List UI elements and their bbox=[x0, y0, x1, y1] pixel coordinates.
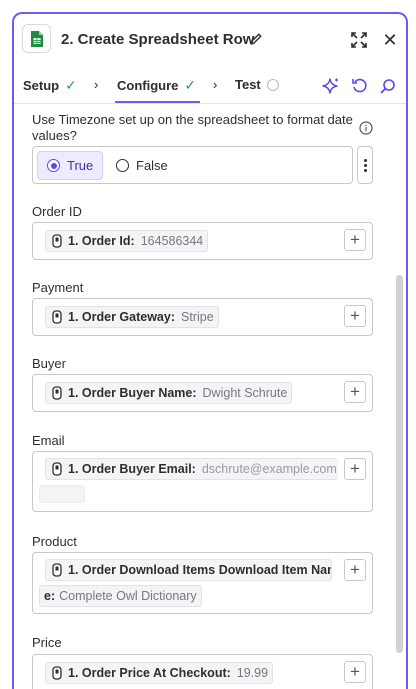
close-icon[interactable]: ✕ bbox=[380, 30, 400, 50]
mapped-value-pill[interactable]: 1. Order Id: 164586344 bbox=[45, 230, 209, 252]
radio-selected-icon bbox=[47, 159, 60, 172]
google-sheets-icon bbox=[22, 24, 51, 53]
field-label: Price bbox=[32, 635, 62, 650]
pending-status-icon bbox=[266, 78, 279, 91]
pill-key: 1. Order Download Items Download Item Na… bbox=[68, 563, 332, 577]
pill-key: e: bbox=[44, 589, 56, 603]
mapped-value-pill[interactable]: 1. Order Gateway: Stripe bbox=[45, 306, 219, 328]
add-data-button[interactable]: + bbox=[344, 661, 366, 683]
mapped-value-pill[interactable]: 1. Order Buyer Email: dschrute@example.c… bbox=[45, 458, 338, 480]
info-icon[interactable] bbox=[359, 121, 373, 135]
pill-key: 1. Order Buyer Email: bbox=[68, 462, 196, 476]
timezone-question-label: Use Timezone set up on the spreadsheet t… bbox=[32, 112, 353, 143]
radio-label: False bbox=[136, 158, 168, 173]
pill-value: 19.99 bbox=[236, 666, 269, 680]
tab-label: Setup bbox=[23, 78, 60, 93]
pill-value: Complete Owl Dictionary bbox=[59, 589, 197, 603]
timezone-radio-group: True False bbox=[32, 146, 353, 184]
step-header: 2. Create Spreadsheet Row ✕ bbox=[14, 14, 406, 68]
step-data-icon bbox=[52, 386, 62, 400]
pill-value: 164586344 bbox=[140, 234, 204, 248]
order-id-field[interactable]: 1. Order Id: 164586344 + bbox=[32, 222, 373, 260]
mapped-value-pill[interactable]: 1. Order Buyer Name: Dwight Schrute bbox=[45, 382, 293, 404]
add-data-button[interactable]: + bbox=[344, 305, 366, 327]
pill-value: Dwight Schrute bbox=[202, 386, 288, 400]
active-tab-indicator bbox=[115, 101, 200, 103]
search-icon[interactable] bbox=[379, 77, 397, 95]
tab-label: Configure bbox=[117, 78, 179, 93]
check-icon: ✓ bbox=[65, 77, 77, 93]
price-field[interactable]: 1. Order Price At Checkout: 19.99 + bbox=[32, 654, 373, 689]
add-data-button[interactable]: + bbox=[344, 381, 366, 403]
buyer-field[interactable]: 1. Order Buyer Name: Dwight Schrute + bbox=[32, 374, 373, 412]
step-editor-panel: 2. Create Spreadsheet Row ✕ Setup ✓ › Co… bbox=[12, 12, 408, 689]
add-data-button[interactable]: + bbox=[344, 559, 366, 581]
field-label: Product bbox=[32, 534, 77, 549]
ai-sparkle-icon[interactable] bbox=[322, 77, 340, 95]
tab-test[interactable]: Test bbox=[235, 77, 279, 92]
field-label: Order ID bbox=[32, 204, 82, 219]
chevron-right-icon: › bbox=[213, 77, 218, 92]
step-data-icon bbox=[52, 462, 62, 476]
step-tabs: Setup ✓ › Configure ✓ › Test bbox=[14, 68, 406, 104]
radio-label: True bbox=[67, 158, 94, 173]
chevron-right-icon: › bbox=[94, 77, 99, 92]
scrollbar[interactable] bbox=[396, 275, 403, 653]
mapped-value-pill[interactable]: 1. Order Price At Checkout: 19.99 bbox=[45, 662, 274, 684]
refresh-icon[interactable] bbox=[351, 77, 369, 95]
expand-icon[interactable] bbox=[350, 31, 368, 49]
pill-key: 1. Order Price At Checkout: bbox=[68, 666, 231, 680]
add-data-button[interactable]: + bbox=[344, 458, 366, 480]
mapped-value-pill-continued[interactable]: e: Complete Owl Dictionary bbox=[39, 585, 202, 607]
tab-configure[interactable]: Configure ✓ bbox=[117, 77, 196, 94]
product-field[interactable]: 1. Order Download Items Download Item Na… bbox=[32, 552, 373, 614]
pill-value: Stripe bbox=[181, 310, 214, 324]
step-data-icon bbox=[52, 234, 62, 248]
step-title: 2. Create Spreadsheet Row bbox=[61, 31, 255, 48]
pill-key: 1. Order Buyer Name: bbox=[68, 386, 197, 400]
step-data-icon bbox=[52, 563, 62, 577]
pill-overflow-chip bbox=[39, 485, 85, 503]
radio-option-false[interactable]: False bbox=[107, 151, 177, 180]
tab-setup[interactable]: Setup ✓ bbox=[23, 77, 77, 94]
radio-unselected-icon bbox=[116, 159, 129, 172]
pill-key: 1. Order Gateway: bbox=[68, 310, 175, 324]
payment-field[interactable]: 1. Order Gateway: Stripe + bbox=[32, 298, 373, 336]
field-label: Buyer bbox=[32, 356, 66, 371]
mapped-value-pill[interactable]: 1. Order Download Items Download Item Na… bbox=[45, 559, 332, 581]
more-options-icon[interactable] bbox=[357, 146, 373, 184]
pencil-icon[interactable] bbox=[248, 31, 264, 47]
step-data-icon bbox=[52, 310, 62, 324]
field-label: Email bbox=[32, 433, 65, 448]
email-field[interactable]: 1. Order Buyer Email: dschrute@example.c… bbox=[32, 451, 373, 512]
radio-option-true[interactable]: True bbox=[37, 151, 104, 180]
step-data-icon bbox=[52, 666, 62, 680]
add-data-button[interactable]: + bbox=[344, 229, 366, 251]
pill-key: 1. Order Id: bbox=[68, 234, 135, 248]
pill-value: dschrute@example.com bbox=[201, 462, 337, 476]
tab-label: Test bbox=[235, 77, 261, 92]
field-label: Payment bbox=[32, 280, 84, 295]
check-icon: ✓ bbox=[184, 77, 197, 93]
